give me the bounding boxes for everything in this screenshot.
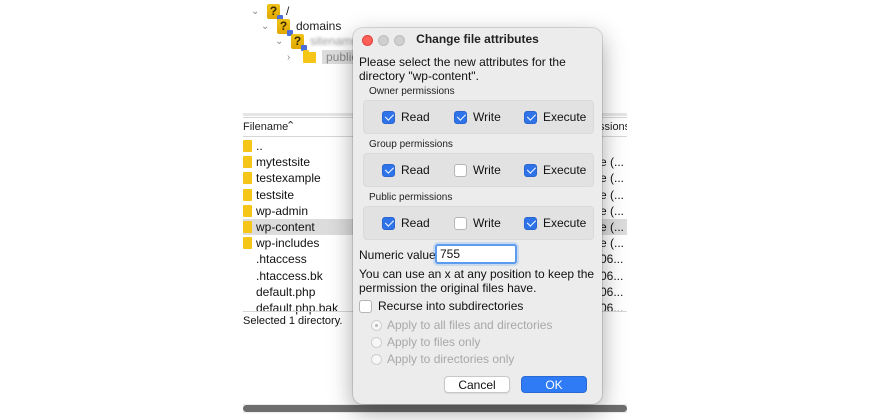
folder-icon [243, 204, 252, 217]
checked-checkbox-icon[interactable] [382, 163, 395, 177]
apply-option-label: Apply to all files and directories [387, 318, 553, 332]
numeric-value-label: Numeric value: [359, 248, 440, 262]
file-name: .htaccess [256, 252, 307, 267]
folder-icon [303, 49, 316, 63]
execute-label: Execute [543, 216, 587, 230]
file-name: .htaccess.bk [256, 268, 323, 283]
scrollbar-thumb[interactable] [243, 405, 627, 412]
unchecked-checkbox-icon[interactable] [454, 216, 467, 230]
recurse-checkbox[interactable]: Recurse into subdirectories [359, 299, 523, 313]
file-permissions: e (... [600, 236, 625, 251]
permission-group-label: Group permissions [369, 139, 453, 150]
apply-option-radio: Apply to directories only [371, 352, 514, 366]
dialog-title: Change file attributes [416, 32, 539, 46]
checked-checkbox-icon[interactable] [524, 216, 537, 230]
file-permissions: e (... [600, 203, 625, 218]
read-label: Read [401, 163, 430, 177]
chevron-down-icon[interactable]: ⌄ [275, 36, 285, 47]
tree-item-label: domains [296, 19, 342, 33]
folder-icon [243, 237, 252, 250]
file-permissions: 06... [600, 284, 624, 299]
recurse-checkbox-label: Recurse into subdirectories [378, 299, 524, 313]
permission-group-box: Read Write Execute [363, 206, 594, 240]
dialog-titlebar[interactable]: Change file attributes [353, 28, 602, 50]
file-name: wp-includes [256, 236, 320, 251]
apply-option-label: Apply to directories only [387, 352, 515, 366]
chevron-down-icon[interactable]: ⌄ [261, 21, 271, 32]
apply-option-label: Apply to files only [387, 335, 481, 349]
file-permissions: e (... [600, 187, 625, 202]
read-checkbox[interactable]: Read [382, 163, 430, 177]
cancel-button[interactable]: Cancel [444, 376, 510, 393]
folder-icon [243, 221, 252, 233]
file-name: testexample [256, 171, 321, 186]
permission-group-label: Owner permissions [369, 86, 455, 97]
read-checkbox[interactable]: Read [382, 216, 430, 230]
apply-option-radio: Apply to all files and directories [371, 318, 552, 332]
radio-button-icon [371, 319, 382, 331]
column-header-filename[interactable]: Filename [243, 121, 288, 133]
write-label: Write [473, 110, 501, 124]
execute-label: Execute [543, 163, 587, 177]
checked-checkbox-icon[interactable] [454, 110, 467, 124]
write-checkbox[interactable]: Write [454, 216, 501, 230]
checked-checkbox-icon[interactable] [382, 216, 395, 230]
read-label: Read [401, 216, 430, 230]
unknown-folder-icon: ? [291, 33, 307, 51]
tree-item-label: sitename [310, 34, 359, 48]
sort-ascending-icon[interactable]: ⌃ [286, 119, 295, 132]
permission-group-label: Public permissions [369, 192, 453, 203]
file-permissions: 06... [600, 252, 624, 267]
checked-checkbox-icon[interactable] [382, 110, 395, 124]
numeric-value-input[interactable] [435, 244, 517, 264]
dialog-message: Please select the new attributes for the… [359, 55, 566, 83]
write-checkbox[interactable]: Write [454, 163, 501, 177]
unchecked-checkbox-icon[interactable] [454, 163, 467, 177]
execute-label: Execute [543, 110, 587, 124]
checked-checkbox-icon[interactable] [524, 110, 537, 124]
file-permissions: e (... [600, 171, 625, 186]
file-name: default.php [256, 284, 316, 299]
file-name: testsite [256, 187, 295, 202]
radio-button-icon [371, 353, 382, 365]
file-name: wp-admin [256, 203, 309, 218]
checked-checkbox-icon[interactable] [524, 163, 537, 177]
apply-option-radio: Apply to files only [371, 335, 480, 349]
ok-button[interactable]: OK [521, 376, 587, 393]
file-permissions: e (... [600, 220, 625, 234]
file-name: .. [256, 139, 263, 153]
folder-icon [243, 172, 252, 185]
file-permissions: e (... [600, 155, 625, 170]
read-label: Read [401, 110, 430, 124]
hint-text: You can use an x at any position to keep… [359, 267, 595, 295]
permission-group-box: Read Write Execute [363, 100, 594, 134]
chevron-right-icon[interactable]: › [287, 52, 297, 63]
column-header-permissions[interactable]: ssions [599, 121, 627, 133]
file-permissions: 06... [600, 268, 624, 283]
read-checkbox[interactable]: Read [382, 110, 430, 124]
write-label: Write [473, 216, 501, 230]
horizontal-scrollbar[interactable] [243, 404, 627, 413]
permission-group-box: Read Write Execute [363, 153, 594, 187]
file-name: mytestsite [256, 155, 311, 170]
write-label: Write [473, 163, 501, 177]
chevron-down-icon[interactable]: ⌄ [251, 6, 261, 17]
tree-item-label: / [286, 4, 290, 18]
execute-checkbox[interactable]: Execute [524, 163, 586, 177]
recurse-checkbox-box[interactable] [359, 299, 372, 313]
radio-button-icon [371, 336, 382, 348]
execute-checkbox[interactable]: Execute [524, 216, 586, 230]
file-name: wp-content [256, 220, 315, 234]
folder-icon [243, 156, 252, 169]
write-checkbox[interactable]: Write [454, 110, 501, 124]
execute-checkbox[interactable]: Execute [524, 110, 586, 124]
folder-icon [243, 188, 252, 201]
change-file-attributes-dialog: Change file attributes Please select the… [353, 28, 602, 404]
folder-icon [243, 140, 252, 152]
